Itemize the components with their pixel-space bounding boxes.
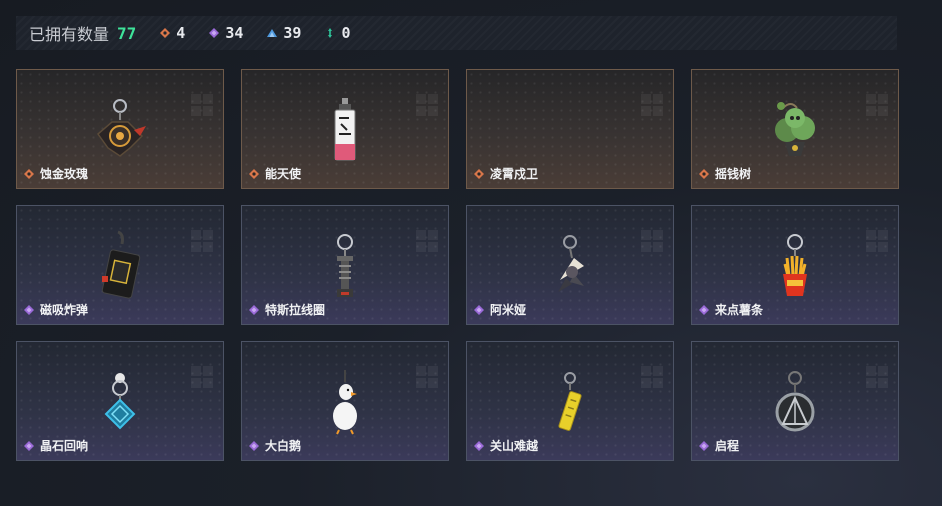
card-deco xyxy=(191,366,213,388)
crystal-echo-charm-icon xyxy=(104,373,136,430)
card-name-row: 阿米娅 xyxy=(474,301,526,318)
card-deco xyxy=(641,94,663,116)
blue-rarity-icon xyxy=(267,29,278,37)
purple-rarity-icon xyxy=(249,304,259,315)
card-deco xyxy=(191,230,213,252)
card-name-row: 磁吸炸弹 xyxy=(24,301,88,318)
charm-name: 晶石回响 xyxy=(40,439,89,453)
charm-card[interactable]: 特斯拉线圈 xyxy=(241,205,449,325)
stat-purple: 34 xyxy=(209,24,243,42)
charm-card[interactable]: 阿米娅 xyxy=(466,205,674,325)
card-deco xyxy=(641,230,663,252)
magnetic-bomb-charm-icon xyxy=(101,230,141,299)
card-name-row: 来点薯条 xyxy=(699,301,763,318)
purple-rarity-icon xyxy=(474,304,484,315)
orange-rarity-icon xyxy=(249,168,259,179)
owned-count-value: 77 xyxy=(117,23,137,43)
charm-grid: 蚀金玫瑰 能天使 凌霄戍卫 摇钱树 磁吸炸弹 特斯拉线圈 阿米娅 来点薯条 晶石… xyxy=(16,69,899,461)
charm-name: 来点薯条 xyxy=(715,303,764,317)
stat-blue-value: 39 xyxy=(283,24,302,42)
purple-rarity-icon xyxy=(209,28,220,38)
money-tree-charm-icon xyxy=(775,102,815,156)
card-name-row: 凌霄戍卫 xyxy=(474,165,538,182)
card-name-row: 关山难越 xyxy=(474,437,538,454)
amiya-charm-icon xyxy=(558,235,584,292)
card-deco xyxy=(866,230,888,252)
card-deco xyxy=(416,366,438,388)
charm-card[interactable]: 大白鹅 xyxy=(241,341,449,461)
purple-rarity-icon xyxy=(249,440,259,451)
charm-name: 阿米娅 xyxy=(490,303,527,317)
tesla-coil-charm-icon xyxy=(337,234,353,297)
gold-rose-charm-icon xyxy=(96,99,146,157)
stat-purple-value: 34 xyxy=(225,24,244,42)
stat-green: 0 xyxy=(325,24,350,42)
charm-card[interactable]: 凌霄戍卫 xyxy=(466,69,674,189)
charm-name: 磁吸炸弹 xyxy=(40,303,89,317)
card-deco xyxy=(641,366,663,388)
card-deco xyxy=(866,366,888,388)
orange-rarity-icon xyxy=(474,168,484,179)
card-name-row: 启程 xyxy=(699,437,739,454)
departure-medallion-charm-icon xyxy=(775,371,815,432)
charm-card[interactable]: 关山难越 xyxy=(466,341,674,461)
charm-card[interactable]: 启程 xyxy=(691,341,899,461)
card-name-row: 晶石回响 xyxy=(24,437,88,454)
green-rarity-icon xyxy=(328,28,333,38)
stat-orange: 4 xyxy=(160,24,185,42)
orange-rarity-icon xyxy=(699,168,709,179)
charm-card[interactable]: 摇钱树 xyxy=(691,69,899,189)
orange-rarity-icon xyxy=(24,168,34,179)
purple-rarity-icon xyxy=(474,440,484,451)
french-fries-charm-icon xyxy=(783,234,807,296)
charm-name: 启程 xyxy=(715,439,740,453)
purple-rarity-icon xyxy=(24,304,34,315)
card-name-row: 摇钱树 xyxy=(699,165,751,182)
stat-orange-value: 4 xyxy=(176,24,186,42)
card-deco xyxy=(416,230,438,252)
card-name-row: 大白鹅 xyxy=(249,437,301,454)
card-deco xyxy=(416,94,438,116)
charm-name: 蚀金玫瑰 xyxy=(40,167,89,181)
purple-rarity-icon xyxy=(699,440,709,451)
card-deco xyxy=(866,94,888,116)
mountain-pass-charm-icon xyxy=(558,372,582,431)
purple-rarity-icon xyxy=(699,304,709,315)
owned-count-label: 已拥有数量 xyxy=(29,27,110,44)
stat-green-value: 0 xyxy=(341,24,351,42)
card-name-row: 特斯拉线圈 xyxy=(249,301,325,318)
charm-card[interactable]: 晶石回响 xyxy=(16,341,224,461)
orange-rarity-icon xyxy=(160,28,171,38)
card-name-row: 蚀金玫瑰 xyxy=(24,165,88,182)
charm-name: 凌霄戍卫 xyxy=(490,167,539,181)
charm-name: 大白鹅 xyxy=(265,439,302,453)
card-deco xyxy=(191,94,213,116)
charm-name: 能天使 xyxy=(265,167,302,181)
purple-rarity-icon xyxy=(24,440,34,451)
charm-card[interactable]: 来点薯条 xyxy=(691,205,899,325)
card-name-row: 能天使 xyxy=(249,165,301,182)
white-goose-charm-icon xyxy=(333,370,357,435)
angel-badge-charm-icon xyxy=(334,98,356,161)
charm-card[interactable]: 能天使 xyxy=(241,69,449,189)
charm-card[interactable]: 蚀金玫瑰 xyxy=(16,69,224,189)
inventory-summary-bar: 已拥有数量 77 4 34 39 0 xyxy=(16,16,897,50)
charm-name: 特斯拉线圈 xyxy=(265,303,326,317)
charm-name: 摇钱树 xyxy=(715,167,752,181)
charm-card[interactable]: 磁吸炸弹 xyxy=(16,205,224,325)
stat-blue: 39 xyxy=(267,24,301,42)
charm-name: 关山难越 xyxy=(490,439,539,453)
